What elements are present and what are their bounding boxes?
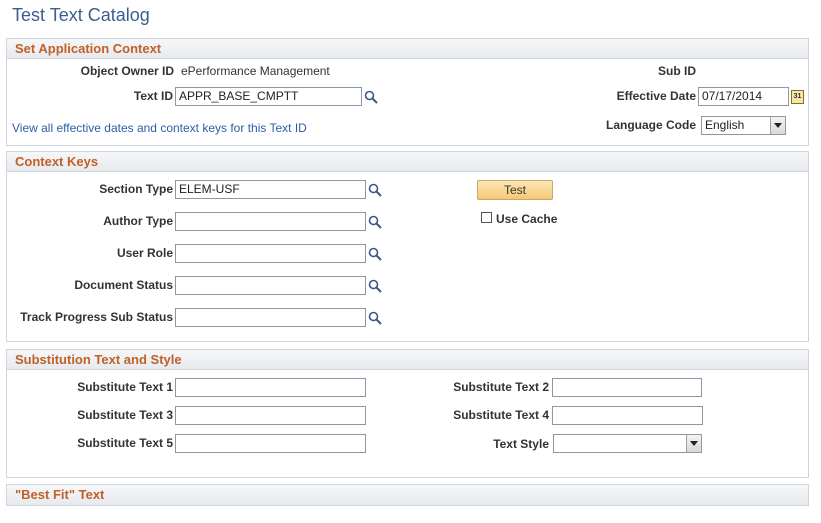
substitute-text-1-input[interactable] <box>175 378 366 397</box>
author-type-input[interactable] <box>175 212 366 231</box>
sub-id-label: Sub ID <box>658 64 696 78</box>
document-status-label: Document Status <box>74 278 173 292</box>
app-context-header: Set Application Context <box>7 39 808 59</box>
substitute-text-4-input[interactable] <box>552 406 703 425</box>
test-button[interactable]: Test <box>477 180 553 200</box>
chevron-down-icon <box>686 435 701 452</box>
substitute-text-4-label: Substitute Text 4 <box>453 408 549 422</box>
text-id-label: Text ID <box>133 89 173 103</box>
best-fit-header: "Best Fit" Text <box>7 485 808 505</box>
context-keys-header: Context Keys <box>7 152 808 172</box>
substitute-text-3-input[interactable] <box>175 406 366 425</box>
user-role-label: User Role <box>116 246 173 260</box>
text-id-input[interactable]: APPR_BASE_CMPTT <box>175 87 362 106</box>
substitute-text-5-label: Substitute Text 5 <box>77 436 173 450</box>
best-fit-section: "Best Fit" Text <box>6 484 809 506</box>
author-type-lookup-icon[interactable] <box>368 215 382 229</box>
object-owner-label: Object Owner ID <box>80 64 174 78</box>
chevron-down-icon <box>770 117 785 134</box>
text-id-lookup-icon[interactable] <box>364 90 378 104</box>
track-progress-input[interactable] <box>175 308 366 327</box>
document-status-input[interactable] <box>175 276 366 295</box>
view-effective-dates-link[interactable]: View all effective dates and context key… <box>12 121 307 135</box>
substitute-text-2-label: Substitute Text 2 <box>453 380 549 394</box>
text-style-label: Text Style <box>493 437 549 451</box>
language-code-select[interactable]: English <box>701 116 786 135</box>
calendar-icon[interactable]: 31 <box>791 90 804 104</box>
substitute-text-5-input[interactable] <box>175 434 366 453</box>
effective-date-input[interactable]: 07/17/2014 <box>698 87 789 106</box>
substitution-header: Substitution Text and Style <box>7 350 808 370</box>
page-title: Test Text Catalog <box>12 5 150 25</box>
section-type-input[interactable]: ELEM-USF <box>175 180 366 199</box>
track-progress-label: Track Progress Sub Status <box>20 310 173 324</box>
substitute-text-2-input[interactable] <box>552 378 702 397</box>
substitute-text-1-label: Substitute Text 1 <box>77 380 173 394</box>
effective-date-label: Effective Date <box>616 89 696 103</box>
user-role-lookup-icon[interactable] <box>368 247 382 261</box>
language-code-label: Language Code <box>605 118 696 132</box>
author-type-label: Author Type <box>103 214 173 228</box>
object-owner-value: ePerformance Management <box>181 64 330 78</box>
use-cache-checkbox[interactable] <box>481 212 492 223</box>
text-style-select[interactable] <box>553 434 702 453</box>
section-type-label: Section Type <box>99 182 173 196</box>
use-cache-label: Use Cache <box>496 212 558 226</box>
user-role-input[interactable] <box>175 244 366 263</box>
track-progress-lookup-icon[interactable] <box>368 311 382 325</box>
language-code-value: English <box>705 118 745 132</box>
substitute-text-3-label: Substitute Text 3 <box>77 408 173 422</box>
section-type-lookup-icon[interactable] <box>368 183 382 197</box>
document-status-lookup-icon[interactable] <box>368 279 382 293</box>
